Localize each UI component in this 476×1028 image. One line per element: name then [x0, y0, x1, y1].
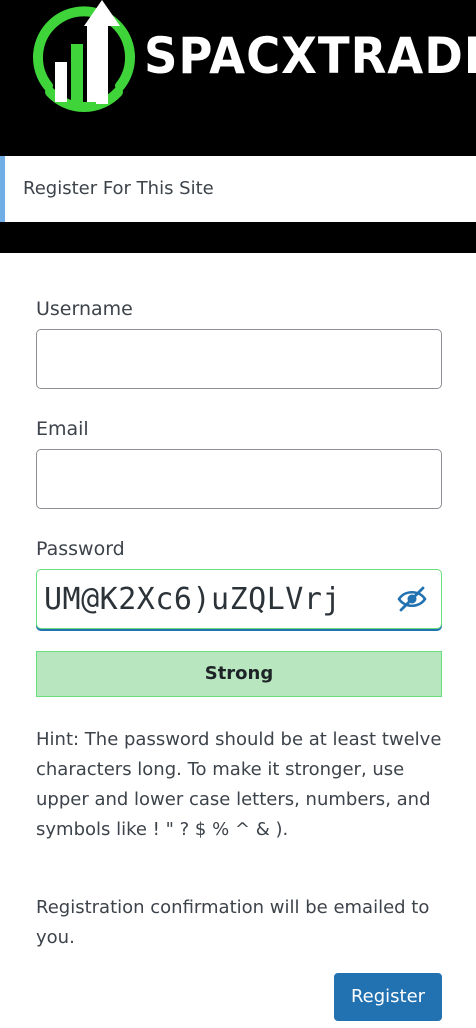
password-input[interactable]: UM@K2Xc6)uZQLVrj — [36, 569, 442, 629]
password-label: Password — [36, 538, 125, 560]
password-hint: Hint: The password should be at least tw… — [36, 729, 442, 840]
password-value[interactable]: UM@K2Xc6)uZQLVrj — [44, 580, 341, 620]
registration-confirmation-text: Registration confirmation will be emaile… — [36, 897, 430, 948]
site-header: SPACXTRADE — [0, 0, 476, 156]
chart-arrow-logo-icon — [33, 0, 135, 113]
password-strength-indicator: Strong — [36, 651, 442, 697]
username-label: Username — [36, 298, 133, 320]
register-button[interactable]: Register — [334, 973, 442, 1021]
notice-text: Register For This Site — [23, 178, 214, 199]
register-notice: Register For This Site — [0, 156, 476, 222]
email-input[interactable] — [36, 449, 442, 509]
username-input[interactable] — [36, 329, 442, 389]
eye-slash-icon[interactable] — [397, 586, 427, 612]
email-label: Email — [36, 418, 89, 440]
site-logo-text: SPACXTRADE — [144, 27, 476, 85]
header-band — [0, 222, 476, 253]
